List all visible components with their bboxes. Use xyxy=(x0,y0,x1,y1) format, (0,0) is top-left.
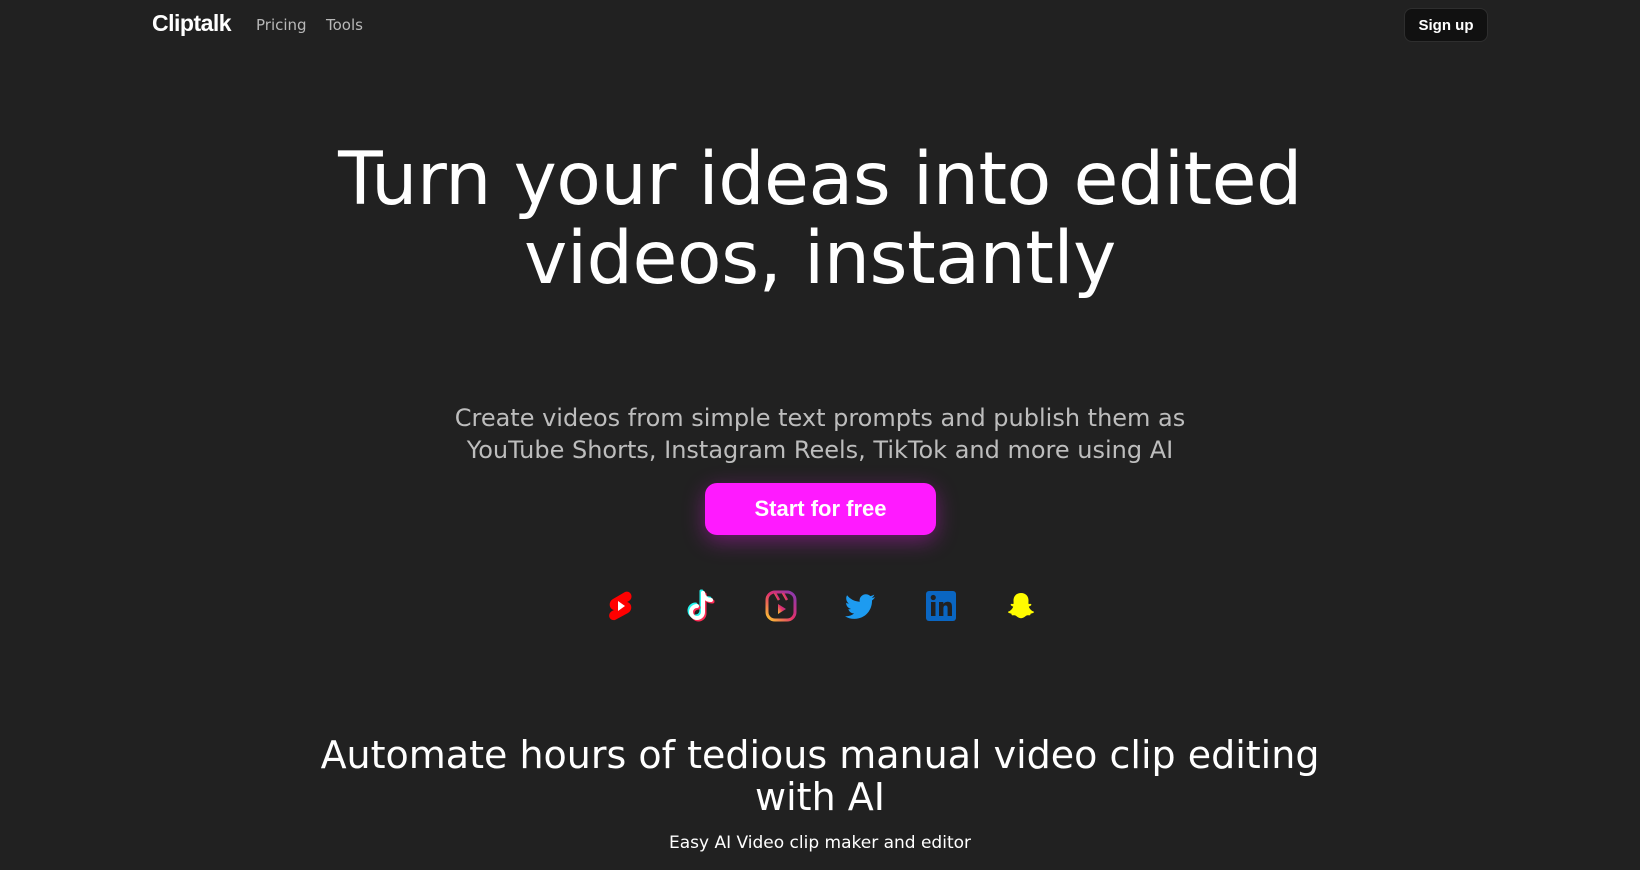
hero-title: Turn your ideas into edited videos, inst… xyxy=(338,137,1302,301)
snapchat-icon xyxy=(1007,593,1035,619)
hero-subtitle: Create videos from simple text prompts a… xyxy=(454,404,1186,464)
youtube-shorts-icon xyxy=(609,591,632,621)
features-section-subtitle: Easy AI Video clip maker and editor xyxy=(668,833,972,853)
start-for-free-button[interactable]: Start for free xyxy=(705,483,936,535)
instagram-reels-icon xyxy=(765,590,797,622)
nav-link-pricing[interactable]: Pricing xyxy=(256,16,307,34)
features-section-title: Automate hours of tedious manual video c… xyxy=(320,733,1320,819)
linkedin-icon xyxy=(926,591,956,621)
top-navigation: Cliptalk Pricing Tools Sign up xyxy=(0,0,1640,50)
platform-icons xyxy=(0,588,1640,628)
tiktok-icon xyxy=(687,589,715,622)
brand-logo[interactable]: Cliptalk xyxy=(152,10,232,37)
sign-up-button[interactable]: Sign up xyxy=(1404,8,1488,42)
twitter-icon xyxy=(844,594,875,619)
nav-link-tools[interactable]: Tools xyxy=(326,16,363,34)
landing-page: Cliptalk Pricing Tools Sign up Turn your… xyxy=(0,0,1640,870)
